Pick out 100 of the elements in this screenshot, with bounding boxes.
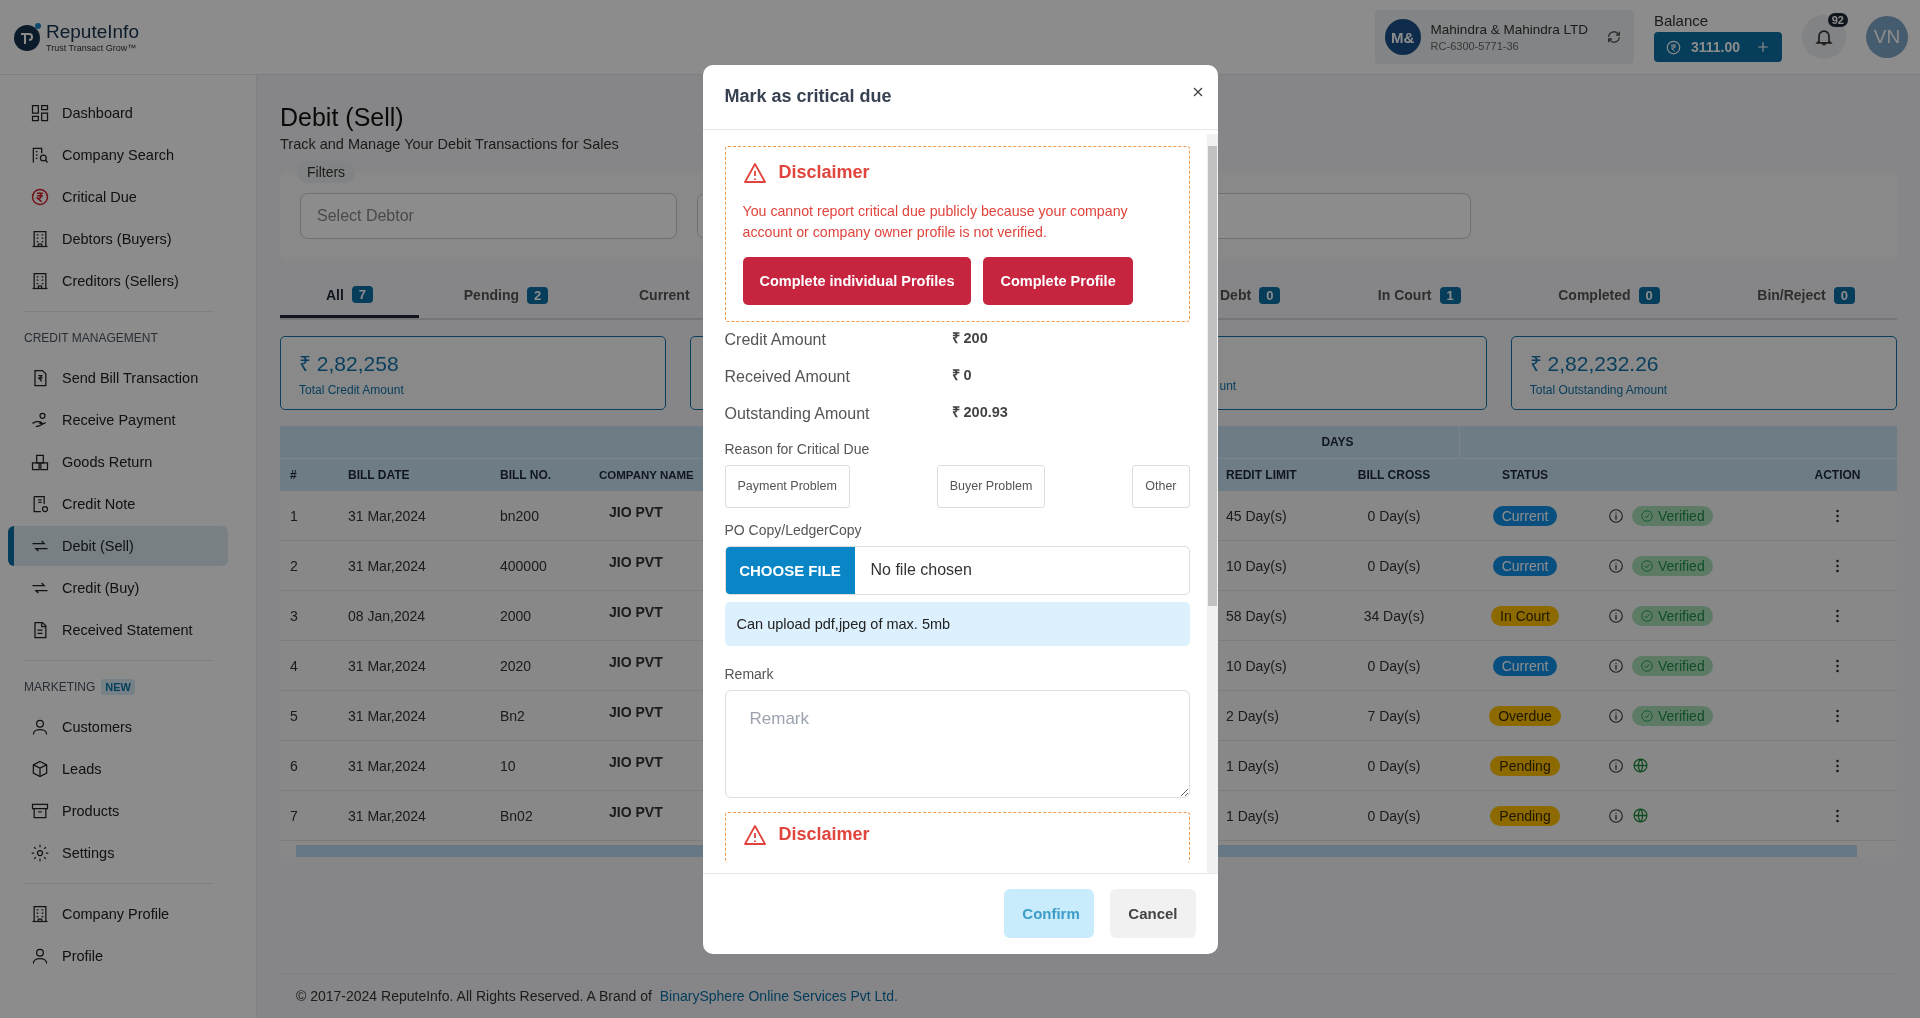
sidebar-item[interactable]: Receive Payment: [8, 400, 228, 440]
table-cell-text: 1 Day(s): [1225, 807, 1280, 824]
user-icon: [30, 717, 50, 737]
table-cell-text: 7 Day(s): [1366, 707, 1422, 724]
info-icon[interactable]: [1608, 707, 1624, 724]
table-cell-text: JIO PVT: [608, 553, 664, 570]
company-link[interactable]: BinarySphere Online Services Pvt Ltd.: [659, 988, 898, 1004]
sidebar-item[interactable]: Settings: [8, 833, 228, 873]
choose-file-button[interactable]: CHOOSE FILE: [725, 546, 855, 594]
copyright-text: © 2017-2024 ReputeInfo. All Rights Reserved. A Brand of BinarySphere Online Services Pvt Ltd.: [296, 988, 898, 1004]
count-badge: 0: [1833, 286, 1855, 304]
tab[interactable]: Debt 0: [1220, 274, 1281, 318]
more-options-icon[interactable]: [1835, 508, 1840, 523]
more-options-icon[interactable]: [1835, 658, 1840, 673]
sidebar-item[interactable]: Credit (Buy): [8, 568, 228, 608]
check-circle-icon: [1640, 558, 1654, 573]
column-header: REDIT LIMIT: [1225, 468, 1298, 482]
sidebar-item[interactable]: Critical Due: [8, 177, 228, 217]
more-options-icon[interactable]: [1835, 708, 1840, 723]
info-icon[interactable]: [1608, 557, 1624, 574]
bell-icon: [1814, 27, 1834, 47]
sidebar-item[interactable]: Received Statement: [8, 610, 228, 650]
company-name: Mahindra & Mahindra LTD: [1430, 22, 1588, 37]
file-name-text: No file chosen: [869, 560, 972, 580]
verified-label: Verified: [1658, 507, 1705, 524]
table-cell-text: 10: [499, 757, 517, 774]
info-icon[interactable]: [1608, 607, 1624, 624]
sidebar-item[interactable]: Company Profile: [8, 894, 228, 934]
table-cell-text: 0 Day(s): [1366, 507, 1422, 524]
reason-option[interactable]: Payment Problem: [724, 464, 850, 508]
column-header: BILL DATE: [347, 468, 411, 482]
field-label: PO Copy/LedgerCopy: [724, 521, 863, 538]
tab[interactable]: In Court 1: [1377, 274, 1461, 318]
sidebar-item[interactable]: Profile: [8, 936, 228, 976]
cancel-button[interactable]: Cancel: [1110, 889, 1196, 938]
globe-icon: [1632, 757, 1649, 774]
column-header: COMPANY NAME: [599, 469, 695, 481]
remark-field[interactable]: Remark: [724, 689, 1190, 798]
complete-profile-button[interactable]: Complete Profile: [983, 256, 1133, 305]
status-badge: Current: [1492, 505, 1558, 526]
reason-option[interactable]: Buyer Problem: [936, 464, 1046, 508]
plus-icon: [1756, 40, 1770, 54]
grid-icon: [30, 103, 50, 123]
table-cell-text: 31 Mar,2024: [347, 757, 427, 774]
tab[interactable]: All 7: [280, 274, 419, 318]
vertical-scrollbar[interactable]: [1206, 133, 1218, 873]
brand-tagline: Trust Transact Grow™: [46, 43, 138, 53]
refresh-icon[interactable]: [1605, 29, 1622, 45]
balance-button[interactable]: 3111.00: [1653, 32, 1782, 62]
balance-label: Balance: [1653, 12, 1710, 29]
reason-option[interactable]: Other: [1132, 464, 1190, 508]
more-options-icon[interactable]: [1835, 758, 1840, 773]
more-options-icon[interactable]: [1835, 558, 1840, 573]
warning-icon: [742, 822, 767, 847]
complete-profile-button[interactable]: Complete individual Profiles: [742, 256, 972, 305]
sidebar-item[interactable]: Creditors (Sellers): [8, 261, 228, 301]
info-icon[interactable]: [1608, 507, 1624, 524]
building-icon: [30, 229, 50, 249]
tab[interactable]: Bin/Reject 0: [1757, 274, 1855, 318]
sidebar-item[interactable]: Leads: [8, 749, 228, 789]
tab[interactable]: Current: [593, 274, 701, 318]
status-badge: Overdue: [1489, 705, 1561, 726]
table-cell-text: JIO PVT: [608, 753, 664, 770]
company-switcher[interactable]: M& Mahindra & Mahindra LTD RC-6300-5771-36: [1374, 10, 1634, 64]
sidebar-item[interactable]: Products: [8, 791, 228, 831]
notification-button[interactable]: 92: [1802, 15, 1846, 59]
tab[interactable]: Pending 2: [419, 274, 593, 318]
boxes-icon: [30, 452, 50, 472]
card-amount: ₹ 2,82,232.26: [1529, 351, 1660, 377]
check-circle-icon: [1640, 608, 1654, 623]
sidebar-item[interactable]: Debtors (Buyers): [8, 219, 228, 259]
sidebar-item[interactable]: Customers: [8, 707, 228, 747]
table-cell-text: 58 Day(s): [1225, 607, 1288, 624]
info-icon[interactable]: [1608, 657, 1624, 674]
sidebar-item[interactable]: Send Bill Transaction: [8, 358, 228, 398]
dialog-title: Mark as critical due: [724, 86, 892, 107]
table-cell-text: 45 Day(s): [1225, 507, 1288, 524]
status-badge: Current: [1492, 555, 1558, 576]
more-options-icon[interactable]: [1835, 808, 1840, 823]
tab[interactable]: Completed 0: [1558, 274, 1660, 318]
table-cell-text: 31 Mar,2024: [347, 657, 427, 674]
info-icon[interactable]: [1608, 757, 1624, 774]
building-search-icon: [30, 145, 50, 165]
column-header: BILL CROSS: [1356, 468, 1432, 482]
sidebar-item[interactable]: Goods Return: [8, 442, 228, 482]
sidebar-item[interactable]: Debit (Sell): [8, 526, 228, 566]
table-cell-text: bn200: [499, 507, 540, 524]
sidebar-item[interactable]: Credit Note: [8, 484, 228, 524]
table-cell-text: JIO PVT: [608, 503, 664, 520]
table-cell-text: 4: [289, 657, 299, 674]
card-amount: ₹ 2,82,258: [299, 351, 400, 377]
sidebar-item[interactable]: Company Search: [8, 135, 228, 175]
card-label: unt: [1218, 379, 1238, 393]
table-cell-text: 34 Day(s): [1362, 607, 1426, 624]
notification-count: 92: [1827, 13, 1848, 27]
sidebar-item[interactable]: Dashboard: [8, 93, 228, 133]
info-icon[interactable]: [1608, 807, 1624, 824]
verified-label: Verified: [1658, 707, 1705, 724]
company-code: RC-6300-5771-36: [1430, 40, 1520, 52]
more-options-icon[interactable]: [1835, 608, 1840, 623]
